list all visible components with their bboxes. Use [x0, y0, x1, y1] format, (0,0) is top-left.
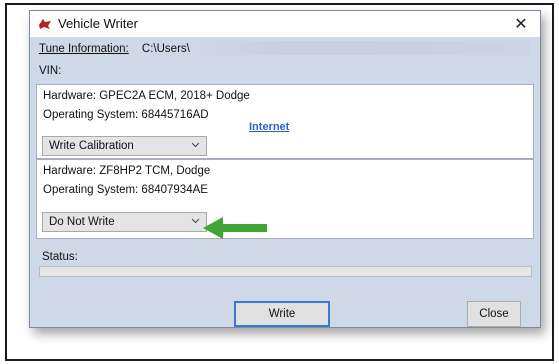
tcm-os-text: Operating System: 68407934AE	[43, 184, 208, 196]
status-progress-bar	[39, 266, 532, 277]
redacted-path-area	[200, 41, 530, 55]
tcm-write-action-select[interactable]: Do Not Write	[42, 212, 207, 232]
ecm-os-text: Operating System: 68445716AD	[43, 109, 209, 121]
tune-information-label: Tune Information:	[39, 43, 129, 55]
ecm-hardware-text: Hardware: GPEC2A ECM, 2018+ Dodge	[43, 90, 250, 102]
close-icon[interactable]: ✕	[512, 14, 530, 34]
chevron-down-icon	[191, 218, 200, 224]
tcm-module-panel: Hardware: ZF8HP2 TCM, Dodge Operating Sy…	[36, 159, 534, 239]
tune-information-row: Tune Information: C:\Users\	[39, 43, 190, 55]
tcm-hardware-text: Hardware: ZF8HP2 TCM, Dodge	[43, 165, 211, 177]
ecm-write-action-select[interactable]: Write Calibration	[42, 136, 207, 156]
chevron-down-icon	[191, 142, 200, 148]
title-bar: Vehicle Writer ✕	[30, 11, 540, 37]
vehicle-writer-dialog: Vehicle Writer ✕ Tune Information: C:\Us…	[29, 10, 541, 328]
close-button[interactable]: Close	[467, 301, 521, 327]
internet-link[interactable]: Internet	[249, 121, 289, 133]
tune-information-path: C:\Users\	[141, 43, 190, 55]
window-title: Vehicle Writer	[58, 16, 138, 31]
ecm-write-action-value: Write Calibration	[49, 140, 134, 152]
ecm-module-panel: Hardware: GPEC2A ECM, 2018+ Dodge Operat…	[36, 84, 534, 159]
green-arrow-icon	[203, 217, 267, 239]
tcm-write-action-value: Do Not Write	[49, 216, 115, 228]
vin-label: VIN:	[39, 65, 62, 77]
vehicle-writer-app-icon	[39, 19, 51, 29]
write-button[interactable]: Write	[234, 301, 330, 327]
status-label: Status:	[42, 251, 78, 263]
